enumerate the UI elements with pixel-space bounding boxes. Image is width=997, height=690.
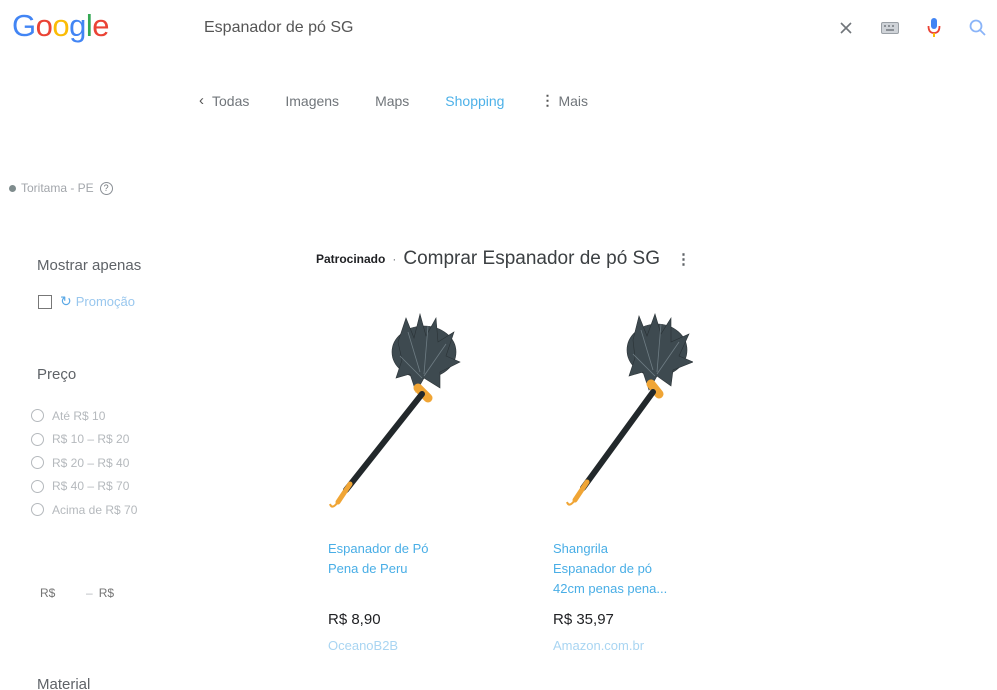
product-store[interactable]: OceanoB2B [328, 638, 528, 653]
price-option[interactable]: R$ 10 – R$ 20 [31, 428, 137, 452]
separator: · [392, 252, 397, 266]
product-title-line: Espanador de pó [553, 561, 653, 576]
logo-letter: e [92, 8, 110, 43]
chevron-left-icon: ‹ [199, 92, 204, 109]
search-icon [969, 19, 986, 36]
min-price-input[interactable] [40, 584, 80, 602]
product-price: R$ 8,90 [328, 611, 381, 628]
search-button[interactable] [962, 12, 994, 44]
material-heading: Material [37, 676, 91, 690]
radio-icon [31, 456, 44, 470]
radio-icon [31, 432, 44, 446]
tab-label: Imagens [285, 92, 340, 109]
promo-label: Promoção [75, 294, 135, 309]
sponsored-title: Comprar Espanador de pó SG [403, 248, 660, 269]
promo-filter[interactable]: ↻ Promoção [38, 293, 135, 310]
tab-label: Maps [375, 92, 410, 109]
price-option-label: R$ 20 – R$ 40 [52, 455, 130, 470]
search-input[interactable]: Espanador de pó SG [204, 19, 353, 37]
close-icon [840, 22, 852, 34]
product-title-line [328, 579, 528, 599]
location-dot-icon [9, 184, 16, 192]
tab-shopping[interactable]: Shopping [445, 93, 504, 109]
price-options: Até R$ 10 R$ 10 – R$ 20 R$ 20 – R$ 40 R$… [31, 404, 137, 522]
price-option[interactable]: Acima de R$ 70 [31, 498, 137, 522]
mic-icon [927, 18, 941, 37]
radio-icon [31, 503, 44, 517]
price-option-label: R$ 10 – R$ 20 [52, 432, 130, 447]
help-icon[interactable]: ? [99, 181, 113, 195]
tab-label: Mais [558, 92, 589, 109]
product-title[interactable]: Espanador de Pó Pena de Peru [328, 539, 528, 599]
product-price: R$ 35,97 [553, 611, 614, 628]
more-vert-icon: ⋮ [540, 92, 555, 108]
radio-icon [31, 409, 44, 423]
product-card[interactable]: Espanador de Pó Pena de Peru R$ 8,90 Oce… [328, 312, 528, 653]
product-title[interactable]: Shangrila Espanador de pó 42cm penas pen… [553, 539, 753, 599]
price-option-label: R$ 40 – R$ 70 [52, 479, 130, 494]
refresh-icon: ↻ [60, 293, 72, 309]
price-option[interactable]: R$ 40 – R$ 70 [31, 475, 137, 499]
tab-more[interactable]: ⋮ Mais [540, 92, 588, 109]
price-option[interactable]: R$ 20 – R$ 40 [31, 451, 137, 475]
range-separator: – [86, 586, 93, 600]
location-indicator[interactable]: Toritama - PE ? [9, 181, 113, 195]
tab-label: Shopping [445, 92, 505, 109]
location-text: Toritama - PE [21, 181, 94, 195]
price-option[interactable]: Até R$ 10 [31, 404, 137, 428]
show-only-heading: Mostrar apenas [37, 257, 142, 274]
product-title-line: Shangrila [553, 541, 608, 556]
search-tabs: ‹ Todas Imagens Maps Shopping ⋮ Mais [199, 92, 624, 109]
product-card[interactable]: Shangrila Espanador de pó 42cm penas pen… [553, 312, 753, 653]
price-range: – [40, 584, 139, 602]
price-option-label: Acima de R$ 70 [52, 502, 138, 517]
sponsored-label: Patrocinado [316, 252, 386, 266]
tab-all[interactable]: ‹ Todas [199, 92, 249, 109]
max-price-input[interactable] [98, 584, 139, 602]
price-option-label: Até R$ 10 [52, 408, 106, 423]
more-vert-icon[interactable]: ⋮ [676, 250, 691, 268]
voice-search-button[interactable] [918, 12, 950, 44]
google-logo[interactable]: Google [12, 8, 110, 44]
feather-duster-image[interactable] [553, 312, 694, 512]
tab-maps[interactable]: Maps [375, 93, 409, 109]
radio-icon [31, 479, 44, 493]
sponsored-header: Patrocinado · Comprar Espanador de pó SG… [316, 248, 691, 270]
product-title-line: Pena de Peru [328, 561, 408, 576]
logo-letter: o [52, 8, 70, 43]
logo-letter: o [35, 8, 53, 43]
promo-checkbox[interactable] [38, 294, 52, 309]
clear-search-button[interactable] [830, 12, 862, 44]
feather-duster-image[interactable] [328, 312, 468, 512]
product-store[interactable]: Amazon.com.br [553, 638, 753, 653]
keyboard-icon [881, 22, 899, 34]
product-title-line: 42cm penas pena... [553, 581, 668, 596]
tab-label: Todas [212, 92, 250, 109]
tab-images[interactable]: Imagens [285, 93, 339, 109]
logo-letter: G [12, 8, 36, 43]
product-title-line: Espanador de Pó [328, 541, 429, 556]
logo-letter: g [69, 8, 86, 43]
price-heading: Preço [37, 366, 77, 383]
keyboard-button[interactable] [874, 12, 906, 44]
search-actions [830, 12, 997, 44]
